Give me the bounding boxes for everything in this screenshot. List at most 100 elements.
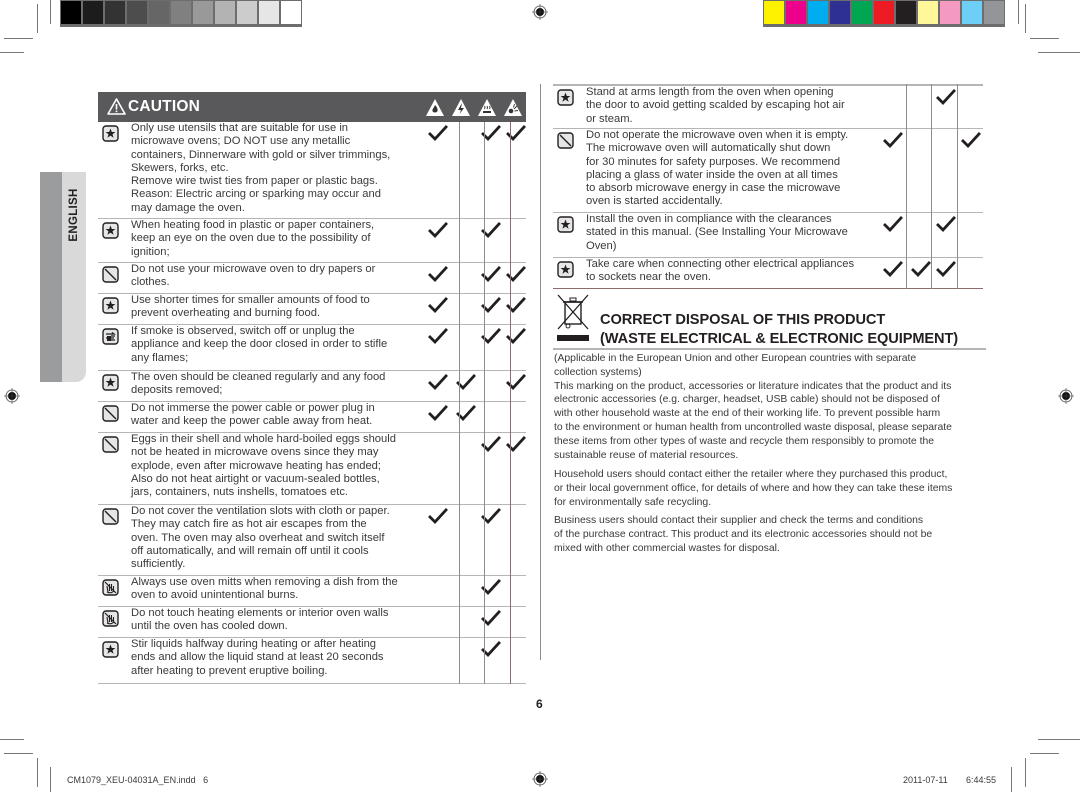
- check-mark-icon: [428, 405, 448, 423]
- footer-filename: CM1079_XEU-04031A_EN.indd 6: [67, 775, 209, 785]
- prohibited-icon: [102, 405, 119, 422]
- caution-row-text: When heating food in plastic or paper co…: [131, 219, 375, 258]
- crop-mark: [1018, 0, 1019, 24]
- caution-row: Take care when connecting other electric…: [553, 258, 983, 289]
- column-divider: [931, 84, 932, 289]
- crop-mark: [1030, 753, 1059, 754]
- important-star-icon: [557, 89, 574, 106]
- color-swatch: [786, 1, 806, 24]
- color-swatch: [962, 1, 982, 24]
- caution-row: When heating food in plastic or paper co…: [98, 219, 526, 263]
- check-mark-icon: [428, 222, 448, 240]
- gray-swatch: [215, 1, 235, 24]
- caution-row: Stir liquids halfway during heating or a…: [98, 638, 526, 684]
- registration-mark-icon: [1058, 388, 1074, 404]
- fire-hazard-icon: [426, 99, 444, 116]
- hot-surface-hazard-icon: [478, 99, 496, 116]
- disposal-title-line1: CORRECT DISPOSAL OF THIS PRODUCT: [600, 312, 886, 328]
- language-label: ENGLISH: [68, 188, 80, 242]
- caution-row-text: Use shorter times for smaller amounts of…: [131, 294, 370, 320]
- caution-header: CAUTION: [98, 92, 526, 122]
- crop-mark: [50, 0, 51, 24]
- prohibited-icon: [102, 508, 119, 525]
- caution-table-right: Stand at arms length from the oven when …: [553, 84, 983, 290]
- crop-mark: [1025, 4, 1026, 33]
- caution-row-text: Stir liquids halfway during heating or a…: [131, 638, 384, 677]
- prohibited-icon: [102, 266, 119, 283]
- color-swatch: [830, 1, 850, 24]
- do-not-touch-icon: [102, 610, 119, 627]
- crop-mark: [0, 739, 24, 740]
- prohibited-icon: [557, 132, 574, 149]
- check-mark-icon: [883, 132, 903, 150]
- caution-row: Do not touch heating elements or interio…: [98, 607, 526, 638]
- important-star-icon: [102, 125, 119, 142]
- column-divider: [510, 122, 511, 684]
- caution-row-text: Do not touch heating elements or interio…: [131, 607, 389, 633]
- crop-mark: [1038, 52, 1080, 53]
- disposal-paragraph-3: Business users should contact their supp…: [554, 515, 933, 554]
- important-star-icon: [102, 222, 119, 239]
- check-mark-icon: [506, 328, 526, 346]
- gray-swatch: [105, 1, 125, 24]
- grayscale-color-bar: [60, 0, 302, 27]
- column-divider: [459, 122, 460, 684]
- caution-row-text: Stand at arms length from the oven when …: [586, 86, 845, 125]
- caution-row: Do not operate the microwave oven when i…: [553, 129, 983, 213]
- prohibited-icon: [102, 436, 119, 453]
- crop-mark: [0, 52, 24, 53]
- cmyk-color-bar: [763, 0, 1005, 27]
- caution-row-text: The oven should be cleaned regularly and…: [131, 371, 386, 397]
- caution-row: Use shorter times for smaller amounts of…: [98, 294, 526, 325]
- check-mark-icon: [428, 297, 448, 315]
- column-divider: [484, 122, 485, 684]
- check-mark-icon: [506, 436, 526, 454]
- color-swatch: [918, 1, 938, 24]
- check-mark-icon: [506, 297, 526, 315]
- crop-mark: [1030, 38, 1059, 39]
- crop-mark: [1011, 767, 1012, 792]
- color-swatch: [808, 1, 828, 24]
- important-star-icon: [102, 297, 119, 314]
- caution-row-text: Only use utensils that are suitable for …: [131, 122, 391, 214]
- check-mark-icon: [428, 328, 448, 346]
- disposal-paragraph-1: (Applicable in the European Union and ot…: [554, 353, 952, 461]
- caution-row-text: Do not operate the microwave oven when i…: [586, 129, 849, 208]
- caution-title: CAUTION: [128, 98, 201, 115]
- check-mark-icon: [428, 125, 448, 143]
- check-mark-icon: [911, 261, 931, 279]
- crop-mark: [50, 767, 51, 792]
- crossed-out-wheelie-bin-icon: [557, 294, 589, 341]
- important-star-icon: [102, 641, 119, 658]
- caution-row-text: Eggs in their shell and whole hard-boile…: [131, 433, 396, 499]
- check-mark-icon: [883, 261, 903, 279]
- caution-row: Only use utensils that are suitable for …: [98, 122, 526, 219]
- footer-date: 2011-07-11: [903, 775, 948, 785]
- check-mark-icon: [506, 125, 526, 143]
- caution-row-text: Do not immerse the power cable or power …: [131, 402, 375, 428]
- important-star-icon: [102, 374, 119, 391]
- caution-table-left: Only use utensils that are suitable for …: [98, 122, 526, 684]
- gray-swatch: [61, 1, 81, 24]
- warning-triangle-icon: [107, 98, 126, 115]
- important-star-icon: [557, 216, 574, 233]
- gray-swatch: [193, 1, 213, 24]
- registration-mark-icon: [532, 4, 548, 20]
- column-divider: [906, 84, 907, 289]
- caution-row-text: If smoke is observed, switch off or unpl…: [131, 325, 388, 364]
- caution-row-text: Take care when connecting other electric…: [586, 258, 855, 284]
- crop-mark: [1025, 758, 1026, 787]
- check-mark-icon: [961, 132, 981, 150]
- check-mark-icon: [936, 216, 956, 234]
- caution-row: Do not use your microwave oven to dry pa…: [98, 263, 526, 294]
- important-star-icon: [557, 261, 574, 278]
- registration-mark-icon: [532, 771, 548, 787]
- disposal-title-line2: (WASTE ELECTRICAL & ELECTRONIC EQUIPMENT…: [600, 331, 959, 347]
- gray-swatch: [281, 1, 301, 24]
- crop-mark: [1038, 739, 1080, 740]
- color-swatch: [852, 1, 872, 24]
- color-swatch: [764, 1, 784, 24]
- color-swatch: [940, 1, 960, 24]
- gutter-line: [540, 84, 541, 660]
- crop-mark: [37, 758, 38, 787]
